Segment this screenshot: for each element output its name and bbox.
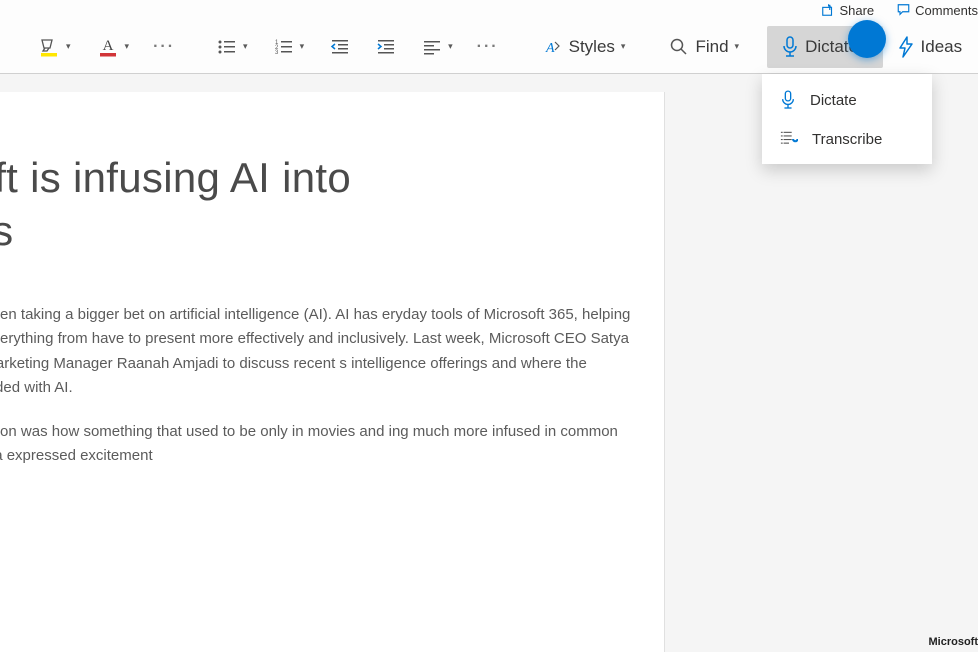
chevron-down-icon: ▾ xyxy=(125,41,130,52)
dropdown-item-dictate[interactable]: Dictate xyxy=(762,80,932,120)
chevron-down-icon: ▾ xyxy=(66,41,71,52)
transcribe-icon xyxy=(780,130,798,148)
paragraph: of the conversation was how something th… xyxy=(0,420,650,469)
styles-icon: A xyxy=(541,36,563,58)
comment-icon xyxy=(896,3,911,17)
font-more-button[interactable]: ··· xyxy=(147,38,181,56)
decrease-indent-button[interactable] xyxy=(322,32,358,62)
chevron-down-icon: ▾ xyxy=(448,41,453,52)
numbering-button[interactable]: 1 2 3 ▾ xyxy=(266,32,313,62)
document-title: crosoft is infusing AI into y tools xyxy=(0,152,664,257)
increase-indent-icon xyxy=(376,38,396,56)
paragraph-more-button[interactable]: ··· xyxy=(471,38,505,56)
document-body: Microsoft has been taking a bigger bet o… xyxy=(0,303,664,469)
paragraph-group: ▾ 1 2 3 ▾ xyxy=(199,32,515,62)
dropdown-item-transcribe[interactable]: Transcribe xyxy=(762,120,932,158)
ideas-group: Ideas xyxy=(885,30,978,64)
cursor-highlight xyxy=(848,20,886,58)
ribbon-toolbar: ▾ A ▾ ··· ▾ 1 2 3 ▾ xyxy=(0,20,978,74)
title-bar: Share Comments xyxy=(0,0,978,20)
lightning-icon xyxy=(897,36,915,58)
dropdown-item-label: Dictate xyxy=(810,92,857,109)
svg-text:A: A xyxy=(545,41,555,56)
ideas-label: Ideas xyxy=(921,37,963,57)
chevron-down-icon: ▾ xyxy=(735,41,740,52)
comments-label: Comments xyxy=(915,3,978,18)
styles-label: Styles xyxy=(569,37,615,57)
search-icon xyxy=(669,37,689,57)
dropdown-item-label: Transcribe xyxy=(812,131,882,148)
numbering-icon: 1 2 3 xyxy=(274,38,294,56)
font-color-button[interactable]: A ▾ xyxy=(89,30,138,64)
comments-button[interactable]: Comments xyxy=(892,1,978,20)
dictate-dropdown: Dictate Transcribe xyxy=(762,74,932,164)
document-page[interactable]: crosoft is infusing AI into y tools Micr… xyxy=(0,92,665,652)
share-label: Share xyxy=(839,3,874,18)
increase-indent-button[interactable] xyxy=(368,32,404,62)
ideas-button[interactable]: Ideas xyxy=(889,30,971,64)
svg-text:A: A xyxy=(102,38,113,54)
highlight-color-button[interactable]: ▾ xyxy=(30,30,79,64)
bullets-icon xyxy=(217,38,237,56)
share-button[interactable]: Share xyxy=(817,1,878,20)
chevron-down-icon: ▾ xyxy=(300,41,305,52)
microphone-icon xyxy=(780,90,796,110)
align-button[interactable]: ▾ xyxy=(414,32,461,62)
styles-group: A Styles ▾ xyxy=(523,30,644,64)
editing-group: Find ▾ xyxy=(651,31,757,63)
find-button[interactable]: Find ▾ xyxy=(661,31,747,63)
styles-button[interactable]: A Styles ▾ xyxy=(533,30,634,64)
chevron-down-icon: ▾ xyxy=(621,41,626,52)
share-icon xyxy=(821,3,835,17)
paragraph: Microsoft has been taking a bigger bet o… xyxy=(0,303,650,400)
highlight-icon xyxy=(38,36,60,58)
find-label: Find xyxy=(695,37,728,57)
attribution-label: Microsoft xyxy=(929,636,978,648)
chevron-down-icon: ▾ xyxy=(243,41,248,52)
align-left-icon xyxy=(422,38,442,56)
font-color-icon: A xyxy=(97,36,119,58)
font-group: ▾ A ▾ ··· xyxy=(20,30,191,64)
svg-text:3: 3 xyxy=(275,50,279,56)
microphone-icon xyxy=(781,36,799,58)
bullets-button[interactable]: ▾ xyxy=(209,32,256,62)
decrease-indent-icon xyxy=(330,38,350,56)
